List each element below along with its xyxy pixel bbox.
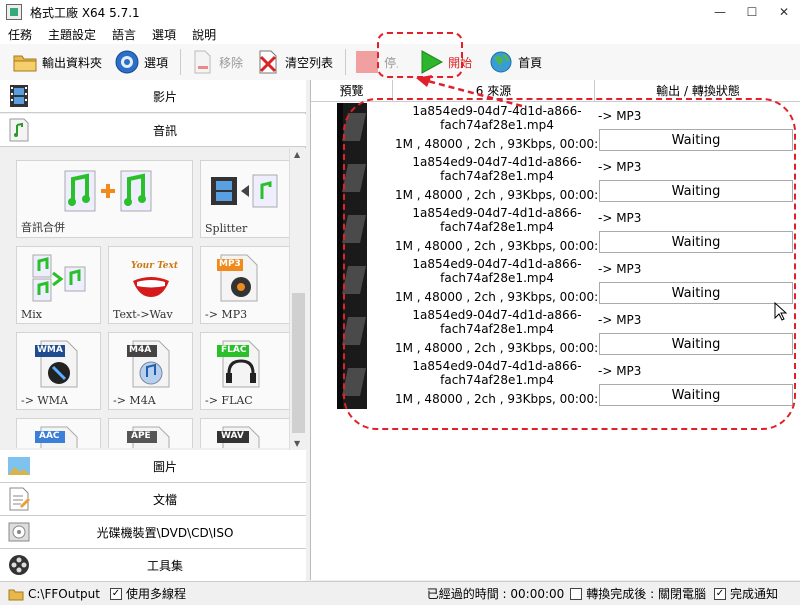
options-label: 選項: [144, 55, 169, 70]
folder-icon: [8, 589, 24, 600]
toolbar-divider: [180, 49, 182, 75]
after-convert-checkbox[interactable]: [570, 587, 583, 600]
folder-icon: [13, 55, 37, 72]
audio-joiner-icon: [64, 170, 152, 212]
scroll-thumb[interactable]: [292, 293, 305, 433]
after-convert-label: 轉換完成後 : 關閉電腦: [586, 587, 706, 601]
notify-checkbox[interactable]: ✓: [713, 587, 726, 600]
title-bar: 格式工廠 X64 5.7.1 — ☐ ✕: [0, 0, 800, 24]
close-button[interactable]: ✕: [768, 0, 800, 24]
to-m4a-tile[interactable]: M4A -> M4A: [108, 332, 193, 410]
category-picture[interactable]: 圖片: [0, 450, 306, 483]
task-list-highlight-box: [343, 98, 796, 430]
category-tools[interactable]: 工具集: [0, 549, 306, 582]
to-mp3-label: -> MP3: [205, 308, 248, 321]
clear-list-label: 清空列表: [285, 55, 334, 70]
splitter-tile[interactable]: Splitter: [200, 160, 290, 238]
text-to-wav-label: Text->Wav: [113, 308, 173, 321]
text-to-wav-tile[interactable]: Your Text Text->Wav: [108, 246, 193, 324]
menu-help[interactable]: 說明: [184, 26, 224, 43]
remove-file-icon: [194, 50, 211, 74]
to-ape-tile[interactable]: APE: [108, 418, 193, 448]
remove-label: 移除: [219, 55, 244, 70]
mix-label: Mix: [21, 308, 42, 321]
category-disc[interactable]: 光碟機裝置\DVD\CD\ISO: [0, 516, 306, 549]
status-bar: C:\FFOutput ✓ 使用多線程 已經過的時間 : 00:00:00 轉換…: [0, 581, 800, 605]
output-folder-label: 輸出資料夾: [42, 55, 103, 70]
maximize-button[interactable]: ☐: [736, 0, 768, 24]
tile-scrollbar[interactable]: ▲ ▼: [289, 148, 306, 450]
to-aac-tile[interactable]: AAC: [16, 418, 101, 448]
category-audio[interactable]: 音訊: [0, 114, 306, 147]
clear-list-icon: [259, 50, 277, 74]
mouth-icon: [133, 277, 169, 297]
category-audio-label: 音訊: [152, 123, 177, 138]
toolbar-divider: [345, 49, 347, 75]
multithread-checkbox[interactable]: ✓: [109, 587, 122, 600]
category-document[interactable]: 文檔: [0, 483, 306, 516]
menu-theme[interactable]: 主題設定: [40, 26, 104, 43]
m4a-badge: M4A: [129, 345, 152, 355]
to-wma-label: -> WMA: [21, 394, 68, 407]
home-label: 首頁: [518, 55, 543, 70]
category-video-label: 影片: [152, 89, 177, 104]
wma-badge: WMA: [37, 345, 63, 355]
wav-badge: WAV: [221, 431, 244, 441]
splitter-label: Splitter: [205, 222, 248, 235]
multithread-label: 使用多線程: [125, 587, 186, 601]
output-path[interactable]: C:\FFOutput: [28, 587, 100, 601]
text-to-wav-caption: Your Text: [131, 261, 178, 271]
category-document-label: 文檔: [152, 492, 177, 507]
audio-tools-grid: 音訊合併 Splitter Mix Your Text Text->Wav MP…: [0, 148, 306, 448]
notify-label: 完成通知: [729, 587, 778, 601]
category-tools-label: 工具集: [146, 558, 183, 573]
scroll-up-icon[interactable]: ▲: [294, 150, 300, 159]
menu-options[interactable]: 選項: [144, 26, 184, 43]
to-flac-tile[interactable]: FLAC -> FLAC: [200, 332, 290, 410]
splitter-icon: [211, 174, 278, 208]
mp3-badge: MP3: [219, 259, 241, 269]
window-title: 格式工廠 X64 5.7.1: [30, 5, 140, 20]
to-mp3-tile[interactable]: MP3 -> MP3: [200, 246, 290, 324]
minimize-button[interactable]: —: [704, 0, 736, 24]
output-folder-button[interactable]: 輸出資料夾: [8, 47, 106, 77]
to-wav-tile[interactable]: WAV: [200, 418, 290, 448]
elapsed-time: 已經過的時間 : 00:00:00: [426, 587, 565, 601]
category-disc-label: 光碟機裝置\DVD\CD\ISO: [96, 525, 234, 540]
remove-button[interactable]: 移除: [185, 47, 247, 77]
gear-icon: [115, 50, 139, 74]
category-picture-label: 圖片: [152, 459, 177, 474]
options-button[interactable]: 選項: [110, 47, 172, 77]
annotation-arrow-icon: [416, 75, 523, 108]
clear-list-button[interactable]: 清空列表: [251, 47, 337, 77]
ape-badge: APE: [131, 431, 151, 441]
flac-badge: FLAC: [221, 345, 247, 355]
category-video[interactable]: 影片: [0, 80, 306, 113]
audio-joiner-tile[interactable]: 音訊合併: [16, 160, 193, 238]
mix-icon: [32, 254, 86, 302]
to-m4a-label: -> M4A: [113, 394, 156, 407]
to-wma-tile[interactable]: WMA -> WMA: [16, 332, 101, 410]
menu-language[interactable]: 語言: [104, 26, 144, 43]
to-flac-label: -> FLAC: [205, 394, 253, 407]
aac-badge: AAC: [39, 431, 60, 441]
scroll-down-icon[interactable]: ▼: [294, 439, 300, 448]
category-panel: 影片 音訊 音訊合併 Splitter Mix Your Text Text->…: [0, 80, 306, 582]
app-icon: [6, 4, 22, 20]
menu-task[interactable]: 任務: [0, 26, 40, 43]
mix-tile[interactable]: Mix: [16, 246, 101, 324]
audio-joiner-label: 音訊合併: [21, 221, 65, 234]
